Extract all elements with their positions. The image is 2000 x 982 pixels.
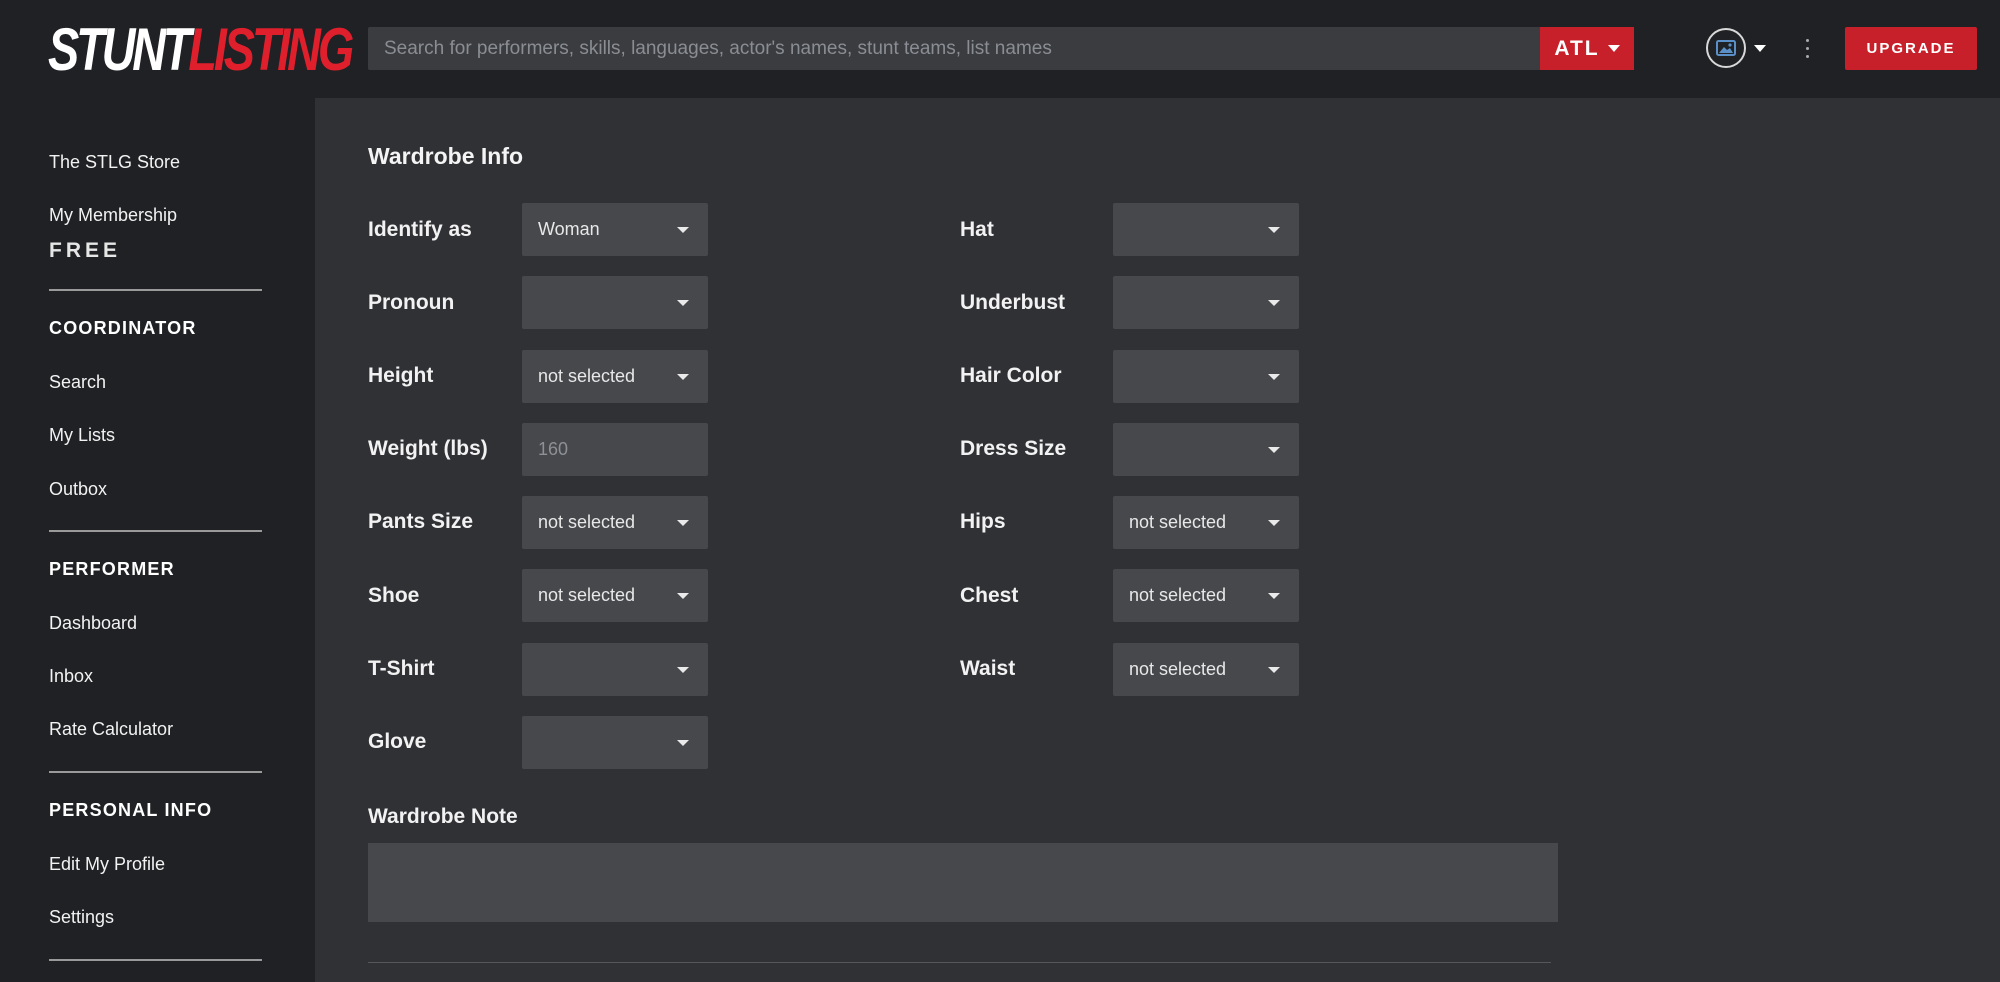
select-value: Woman — [538, 219, 600, 239]
caret-down-icon — [1268, 300, 1280, 306]
sidebar-item-settings[interactable]: Settings — [49, 907, 114, 928]
wardrobe-note-textarea[interactable] — [368, 843, 1558, 922]
sidebar-item-inbox[interactable]: Inbox — [49, 666, 93, 687]
field-label-weight: Weight (lbs) — [368, 437, 488, 460]
field-label-t-shirt: T-Shirt — [368, 657, 435, 680]
caret-down-icon — [1268, 447, 1280, 453]
membership-tier-badge: FREE — [49, 239, 122, 262]
select-value: not selected — [1129, 585, 1227, 605]
sidebar-item-stlg-store[interactable]: The STLG Store — [49, 152, 180, 173]
dress-size-select[interactable] — [1113, 423, 1299, 476]
caret-down-icon — [677, 227, 689, 233]
underbust-select[interactable] — [1113, 276, 1299, 329]
glove-select[interactable] — [522, 716, 708, 769]
field-label-underbust: Underbust — [960, 291, 1065, 314]
caret-down-icon — [677, 667, 689, 673]
section-divider — [368, 962, 1551, 963]
sidebar-item-outbox[interactable]: Outbox — [49, 479, 107, 500]
caret-down-icon — [1268, 667, 1280, 673]
sidebar-section-personal-info: PERSONAL INFO — [49, 800, 213, 820]
caret-down-icon — [1607, 45, 1620, 52]
avatar[interactable] — [1706, 28, 1746, 68]
chest-select[interactable]: not selected — [1113, 569, 1299, 622]
stuntlisting-logo[interactable]: STUNT LISTING — [48, 16, 354, 83]
hat-select[interactable] — [1113, 203, 1299, 256]
sidebar-divider — [49, 289, 262, 291]
field-label-hat: Hat — [960, 218, 994, 241]
select-value: not selected — [1129, 659, 1227, 679]
identify-as-select[interactable]: Woman — [522, 203, 708, 256]
field-label-chest: Chest — [960, 584, 1019, 607]
sidebar-item-my-lists[interactable]: My Lists — [49, 425, 115, 446]
select-value: not selected — [1129, 512, 1227, 532]
more-options-icon[interactable] — [1800, 30, 1814, 66]
caret-down-icon — [677, 740, 689, 746]
caret-down-icon — [1268, 374, 1280, 380]
pronoun-select[interactable] — [522, 276, 708, 329]
field-label-hips: Hips — [960, 510, 1006, 533]
caret-down-icon — [677, 593, 689, 599]
t-shirt-select[interactable] — [522, 643, 708, 696]
upgrade-button[interactable]: UPGRADE — [1845, 27, 1977, 70]
region-label: ATL — [1554, 36, 1600, 60]
caret-down-icon — [677, 300, 689, 306]
logo-part-listing: LISTING — [188, 16, 354, 83]
sidebar-divider — [49, 959, 262, 961]
hips-select[interactable]: not selected — [1113, 496, 1299, 549]
search-bar — [368, 27, 1543, 70]
search-input[interactable] — [368, 27, 1540, 70]
weight-input[interactable] — [522, 423, 708, 476]
caret-down-icon — [677, 520, 689, 526]
field-label-identify-as: Identify as — [368, 218, 472, 241]
sidebar: The STLG Store My Membership FREE COORDI… — [0, 98, 315, 982]
sidebar-divider — [49, 771, 262, 773]
caret-down-icon — [1268, 593, 1280, 599]
field-label-height: Height — [368, 364, 434, 387]
caret-down-icon — [1268, 520, 1280, 526]
wardrobe-note-label: Wardrobe Note — [368, 805, 518, 828]
sidebar-section-coordinator: COORDINATOR — [49, 318, 197, 338]
sidebar-item-rate-calculator[interactable]: Rate Calculator — [49, 719, 173, 740]
field-label-dress-size: Dress Size — [960, 437, 1067, 460]
region-selector-button[interactable]: ATL — [1540, 27, 1634, 70]
select-value: not selected — [538, 512, 636, 532]
sidebar-divider — [49, 530, 262, 532]
select-value: not selected — [538, 585, 636, 605]
pants-size-select[interactable]: not selected — [522, 496, 708, 549]
sidebar-item-dashboard[interactable]: Dashboard — [49, 613, 137, 634]
caret-down-icon — [677, 374, 689, 380]
top-header: STUNTLISTING ATL UPGRADE — [0, 0, 2000, 98]
select-value: not selected — [538, 366, 636, 386]
page-title: Wardrobe Info — [368, 143, 524, 169]
field-label-shoe: Shoe — [368, 584, 420, 607]
caret-down-icon — [1268, 227, 1280, 233]
sidebar-item-edit-my-profile[interactable]: Edit My Profile — [49, 854, 165, 875]
avatar-caret-down-icon[interactable] — [1754, 45, 1766, 52]
sidebar-section-performer: PERFORMER — [49, 559, 175, 579]
logo-part-stunt: STUNT — [48, 16, 192, 83]
sidebar-item-my-membership[interactable]: My Membership — [49, 205, 177, 226]
field-label-hair-color: Hair Color — [960, 364, 1062, 387]
field-label-glove: Glove — [368, 730, 427, 753]
height-select[interactable]: not selected — [522, 350, 708, 403]
sidebar-item-search[interactable]: Search — [49, 372, 106, 393]
field-label-pronoun: Pronoun — [368, 291, 455, 314]
shoe-select[interactable]: not selected — [522, 569, 708, 622]
hair-color-select[interactable] — [1113, 350, 1299, 403]
field-label-waist: Waist — [960, 657, 1016, 680]
waist-select[interactable]: not selected — [1113, 643, 1299, 696]
field-label-pants-size: Pants Size — [368, 510, 474, 533]
image-placeholder-icon — [1716, 40, 1736, 56]
